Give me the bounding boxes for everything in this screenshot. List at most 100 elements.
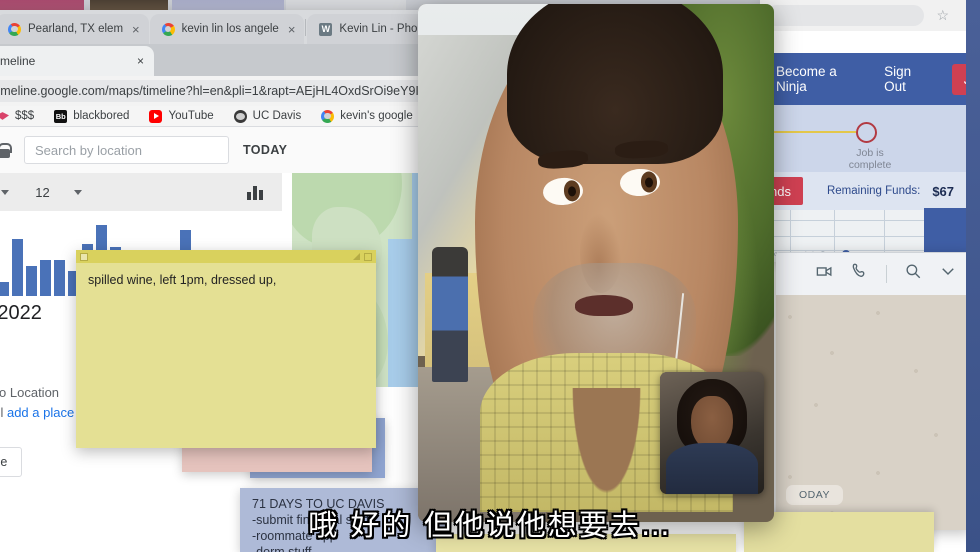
favorite-icon — [0, 112, 9, 120]
bookmark-item-money[interactable]: $$$ — [0, 110, 34, 123]
search-icon[interactable] — [904, 262, 922, 285]
collapse-box-icon[interactable] — [80, 252, 88, 261]
bookmark-item-kevins-google[interactable]: kevin's google — [321, 109, 413, 123]
bookmark-label: YouTube — [168, 110, 214, 122]
progress-label-line-1: Job is — [856, 147, 884, 159]
google-icon — [321, 109, 335, 123]
browser-tab-timeline[interactable]: meline × — [0, 46, 154, 76]
chevron-down-icon — [73, 189, 82, 195]
stickies-window-controls — [353, 252, 372, 261]
close-icon[interactable]: × — [137, 54, 144, 68]
task-site-omnibox-row: ☆ — [760, 0, 980, 31]
tab-title: kevin lin los angele — [181, 23, 279, 35]
pip-body — [666, 442, 758, 494]
progress-line — [760, 131, 856, 133]
empty-state-line-1: have no Location — [0, 385, 60, 400]
bookmark-item-ucdavis[interactable]: UC Davis — [233, 109, 302, 123]
blue-note-line-2: -roommate app — [252, 529, 337, 543]
youtube-icon — [149, 109, 163, 123]
browser-tab-1[interactable]: kevin lin los angele × — [149, 14, 305, 44]
bookmark-item-blackbored[interactable]: blackbored — [54, 109, 130, 123]
header-divider — [886, 264, 887, 283]
stickies-note-text[interactable]: spilled wine, left 1pm, dressed up, — [76, 263, 376, 297]
bookmark-label: kevin's google — [340, 110, 413, 122]
progress-step-icon — [856, 122, 877, 143]
bookmark-star-icon[interactable]: ☆ — [936, 7, 949, 24]
whatsapp-chat-body[interactable]: ODAY — [776, 295, 971, 530]
whatsapp-window-chrome — [776, 252, 971, 253]
chart-bar[interactable] — [54, 260, 65, 296]
task-site-browser-window: ☆ Become a Ninja Sign Out Jo Job is comp… — [732, 0, 980, 262]
desktop-right-edge — [966, 0, 980, 552]
lock-icon — [0, 142, 12, 158]
become-a-ninja-link[interactable]: Become a Ninja — [776, 64, 866, 94]
phone-icon[interactable] — [851, 262, 869, 285]
sticky-note-blue-front[interactable]: 71 DAYS TO UC DAVIS -submit financial st… — [240, 488, 445, 552]
chart-bar[interactable] — [26, 265, 37, 296]
remaining-funds-label: Remaining Funds: — [826, 185, 921, 197]
tab-title: Pearland, TX elem — [28, 23, 124, 35]
add-a-place-link[interactable]: add a place — [7, 405, 74, 420]
window-icon[interactable] — [364, 252, 372, 261]
eye-left — [542, 177, 584, 207]
blue-note-line-1: -submit financial stuff — [252, 513, 370, 527]
add-place-button[interactable]: a place — [0, 447, 23, 477]
task-site-navbar: Become a Ninja Sign Out Jo — [760, 53, 980, 105]
search-input[interactable]: Search by location — [24, 136, 229, 164]
month-select[interactable]: e — [0, 185, 10, 200]
blue-note-line-0: 71 DAYS TO UC DAVIS — [252, 497, 385, 511]
ucdavis-icon — [233, 109, 247, 123]
bookmark-label: blackbored — [73, 110, 130, 122]
chat-date-divider: ODAY — [786, 485, 843, 505]
blue-note-line-3: -dorm stuff — [252, 545, 312, 552]
timeline-toolbar: e 12 — [0, 173, 282, 211]
day-value: 12 — [35, 184, 50, 200]
whatsapp-chat-header — [776, 252, 971, 295]
chart-bar[interactable] — [0, 282, 9, 296]
whatsapp-icon — [319, 22, 333, 36]
video-call-window[interactable] — [418, 4, 774, 522]
bookmark-item-youtube[interactable]: YouTube — [149, 109, 214, 123]
remaining-funds-amount: $67 — [932, 183, 955, 199]
job-progress-tracker: Job is complete — [760, 105, 980, 172]
google-icon — [161, 22, 175, 36]
eye-right — [619, 167, 661, 197]
stickies-title-bar[interactable] — [76, 250, 376, 263]
chart-bar[interactable] — [40, 260, 51, 296]
tab-title: meline — [0, 54, 36, 68]
chevron-down-icon[interactable] — [939, 262, 957, 285]
self-view-pip[interactable] — [660, 372, 764, 494]
blackboard-icon — [54, 109, 68, 123]
progress-label-line-2: complete — [848, 159, 892, 171]
screen: Pearland, TX elem × kevin lin los angele… — [0, 0, 980, 552]
stickies-note-window[interactable]: spilled wine, left 1pm, dressed up, — [76, 250, 376, 448]
bookmark-label: UC Davis — [252, 110, 302, 122]
sign-out-link[interactable]: Sign Out — [884, 64, 934, 94]
funds-bar: d Funds Remaining Funds: $67 — [732, 172, 980, 210]
video-call-icon[interactable] — [815, 262, 834, 286]
progress-step-label: Job is complete — [830, 147, 910, 171]
close-icon[interactable]: × — [132, 23, 140, 36]
chart-bar[interactable] — [12, 238, 23, 296]
browser-tab-0[interactable]: Pearland, TX elem × — [0, 14, 149, 44]
tab-title: Kevin Lin - Phone — [339, 23, 431, 35]
timeline-header: Search by location TODAY — [0, 127, 422, 173]
task-site-page-top — [760, 31, 980, 53]
chevron-down-icon — [1, 189, 10, 195]
empty-state-prefix: can still — [0, 405, 4, 420]
whatsapp-window: ODAY — [776, 252, 971, 530]
resize-icon[interactable] — [353, 253, 360, 260]
passerby — [432, 247, 468, 383]
bar-chart-icon[interactable] — [247, 185, 265, 200]
today-button[interactable]: TODAY — [243, 143, 287, 157]
empty-state-line-2: can still add a place — [0, 405, 74, 420]
mouth — [575, 295, 633, 317]
sticky-note-yellow-bottom[interactable] — [436, 534, 736, 552]
google-icon — [8, 22, 21, 36]
task-site-address-bar[interactable] — [766, 5, 925, 26]
page-title: 12, 2022 — [0, 302, 42, 324]
hair — [506, 4, 723, 164]
day-select[interactable]: 12 — [35, 184, 82, 200]
close-icon[interactable]: × — [288, 23, 296, 36]
tab-divider — [305, 18, 307, 36]
